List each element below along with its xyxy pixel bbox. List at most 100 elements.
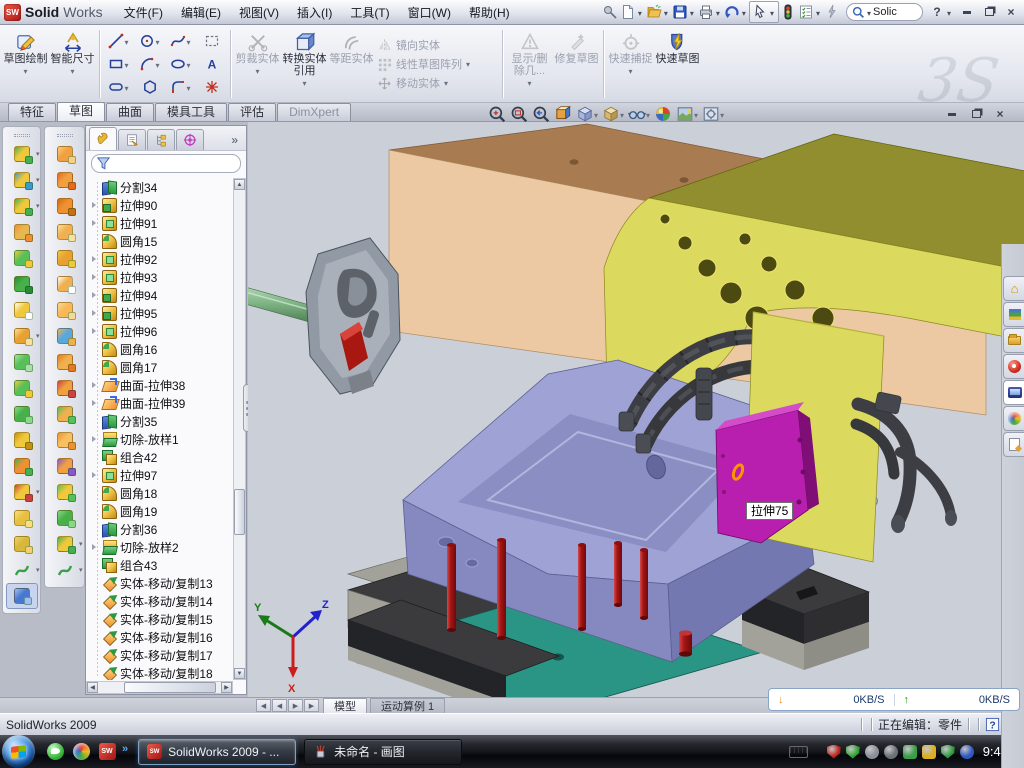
ribbon-button-convert[interactable]: 转换实体引用 bbox=[281, 27, 328, 101]
boundary-boss-icon[interactable] bbox=[6, 271, 38, 297]
scroll-right-button[interactable]: ▶ bbox=[221, 682, 232, 693]
viewport-minimize-button[interactable] bbox=[944, 107, 960, 121]
dropdown-arrow-icon[interactable] bbox=[594, 105, 598, 123]
draft-icon[interactable] bbox=[6, 401, 38, 427]
tree-item[interactable]: 拉伸95 bbox=[89, 304, 232, 322]
ellipse-icon[interactable] bbox=[165, 53, 196, 76]
tree-item[interactable]: 组合42 bbox=[89, 448, 232, 466]
keyboard-icon[interactable] bbox=[789, 746, 808, 758]
expander-icon[interactable] bbox=[89, 310, 99, 316]
tree-item[interactable]: 实体-移动/复制14 bbox=[89, 592, 232, 610]
propertymanager-tab[interactable] bbox=[118, 129, 146, 150]
tree-item[interactable]: 实体-移动/复制15 bbox=[89, 610, 232, 628]
expander-icon[interactable] bbox=[89, 202, 99, 208]
tab-评估[interactable]: 评估 bbox=[228, 103, 276, 121]
tree-horizontal-scrollbar[interactable]: ◀ ▶ bbox=[86, 681, 233, 694]
dropdown-arrow-icon[interactable]: ▾ bbox=[79, 566, 83, 574]
help-icon[interactable]: ? bbox=[928, 2, 954, 22]
warning-icon[interactable] bbox=[922, 745, 936, 759]
tree-item[interactable]: 组合43 bbox=[89, 556, 232, 574]
doc-tab-运动算例 1[interactable]: 运动算例 1 bbox=[370, 698, 445, 713]
menu-item-h[interactable]: 帮助(H) bbox=[460, 0, 519, 25]
thicken-icon[interactable] bbox=[49, 505, 81, 531]
tab-草图[interactable]: 草图 bbox=[57, 102, 105, 121]
menu-item-e[interactable]: 编辑(E) bbox=[172, 0, 230, 25]
next-sheet-button[interactable]: ▶ bbox=[288, 699, 303, 712]
dropdown-arrow-icon[interactable] bbox=[945, 3, 953, 21]
freeform-spline-icon[interactable]: ▾ bbox=[6, 557, 38, 583]
delete-body-icon[interactable]: ▾ bbox=[6, 479, 38, 505]
search-input[interactable] bbox=[873, 6, 917, 18]
viewport-close-button[interactable]: × bbox=[992, 107, 1008, 121]
lofted-boss-icon[interactable] bbox=[6, 245, 38, 271]
dropdown-arrow-icon[interactable] bbox=[124, 32, 128, 50]
dropdown-arrow-icon[interactable] bbox=[620, 105, 624, 123]
tree-item[interactable]: 拉伸97 bbox=[89, 466, 232, 484]
tree-item[interactable]: 分割35 bbox=[89, 412, 232, 430]
tree-item[interactable]: 圆角15 bbox=[89, 232, 232, 250]
extruded-surface-icon[interactable] bbox=[49, 141, 81, 167]
appearances-tab[interactable] bbox=[1003, 406, 1024, 431]
solidworks-icon[interactable]: SW bbox=[96, 741, 118, 763]
section-view-icon[interactable] bbox=[552, 104, 574, 124]
close-button[interactable]: × bbox=[1002, 4, 1020, 20]
delete-face-icon[interactable] bbox=[49, 375, 81, 401]
dropdown-arrow-icon[interactable] bbox=[70, 65, 74, 78]
dimxpertmanager-tab[interactable] bbox=[176, 129, 204, 150]
tree-item[interactable]: 拉伸93 bbox=[89, 268, 232, 286]
tree-item[interactable]: 圆角18 bbox=[89, 484, 232, 502]
gps-icon[interactable] bbox=[903, 745, 917, 759]
tree-filter-input[interactable] bbox=[91, 154, 241, 173]
tree-item[interactable]: 圆角16 bbox=[89, 340, 232, 358]
start-button[interactable] bbox=[2, 735, 35, 768]
dropdown-arrow-icon[interactable] bbox=[720, 105, 724, 123]
zoom-to-fit-icon[interactable] bbox=[486, 104, 508, 124]
curve-tool-icon[interactable] bbox=[6, 505, 38, 531]
sketch-text-icon[interactable]: A bbox=[196, 53, 227, 76]
slot-icon[interactable] bbox=[103, 76, 134, 99]
previous-sheet-button[interactable]: ◀ bbox=[272, 699, 287, 712]
rx-icon[interactable] bbox=[823, 3, 841, 21]
tree-item[interactable]: 实体-移动/复制16 bbox=[89, 628, 232, 646]
expander-icon[interactable] bbox=[89, 274, 99, 280]
freeform-icon[interactable]: ▾ bbox=[49, 557, 81, 583]
dropdown-arrow-icon[interactable] bbox=[688, 3, 696, 21]
tab-特征[interactable]: 特征 bbox=[8, 103, 56, 121]
apply-scene-icon[interactable] bbox=[674, 104, 700, 124]
dropdown-arrow-icon[interactable] bbox=[768, 3, 776, 21]
surface-fillet-icon[interactable]: ▾ bbox=[49, 531, 81, 557]
browser-icon[interactable] bbox=[70, 741, 92, 763]
expander-icon[interactable] bbox=[89, 382, 99, 388]
tree-item[interactable]: 分割34 bbox=[89, 178, 232, 196]
dropdown-arrow-icon[interactable] bbox=[636, 3, 644, 21]
toolbar-grip[interactable] bbox=[14, 134, 30, 137]
save-icon[interactable] bbox=[671, 2, 697, 22]
filled-surface-icon[interactable] bbox=[49, 271, 81, 297]
mirror-icon[interactable] bbox=[6, 349, 38, 375]
dropdown-arrow-icon[interactable] bbox=[714, 3, 722, 21]
menu-item-w[interactable]: 窗口(W) bbox=[399, 0, 460, 25]
spline-icon[interactable] bbox=[165, 30, 196, 53]
dropdown-arrow-icon[interactable] bbox=[186, 78, 190, 96]
quick-launch-overflow[interactable]: » bbox=[122, 743, 128, 755]
minimize-button[interactable] bbox=[958, 4, 976, 20]
point-icon[interactable] bbox=[196, 76, 227, 99]
tab-模具工具[interactable]: 模具工具 bbox=[155, 103, 227, 121]
scroll-up-button[interactable]: ▲ bbox=[234, 179, 245, 190]
sync-blocked-icon[interactable] bbox=[960, 745, 974, 759]
tree-item[interactable]: 分割36 bbox=[89, 520, 232, 538]
expander-icon[interactable] bbox=[89, 328, 99, 334]
trim-surface-icon[interactable] bbox=[49, 453, 81, 479]
scroll-thumb[interactable] bbox=[124, 682, 216, 693]
circle-icon[interactable] bbox=[134, 30, 165, 53]
rebuild-icon[interactable] bbox=[779, 3, 797, 21]
extruded-cut-icon[interactable]: ▾ bbox=[6, 167, 38, 193]
tree-item[interactable]: 拉伸96 bbox=[89, 322, 232, 340]
scroll-left-button[interactable]: ◀ bbox=[87, 682, 98, 693]
tree-item[interactable]: 拉伸92 bbox=[89, 250, 232, 268]
tab-曲面[interactable]: 曲面 bbox=[106, 103, 154, 121]
expander-icon[interactable] bbox=[89, 400, 99, 406]
open-icon[interactable] bbox=[645, 2, 671, 22]
part-cavity-die[interactable] bbox=[306, 238, 400, 394]
tree-item[interactable]: 实体-移动/复制18 bbox=[89, 664, 232, 680]
